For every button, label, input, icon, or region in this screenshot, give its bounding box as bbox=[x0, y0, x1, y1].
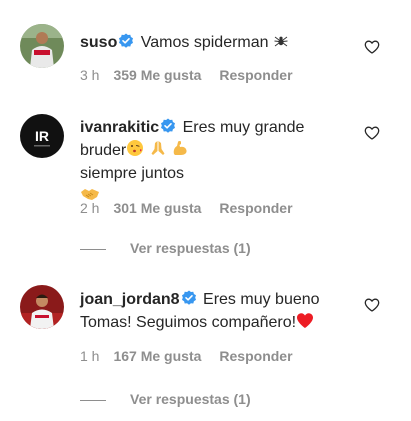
comment-meta: 2 h 301 Me gusta Responder bbox=[80, 200, 293, 216]
reply-button[interactable]: Responder bbox=[219, 67, 292, 83]
username-suso[interactable]: suso bbox=[80, 34, 117, 51]
verified-badge-icon bbox=[119, 33, 134, 48]
comment-meta: 1 h 167 Me gusta Responder bbox=[80, 348, 293, 364]
reply-button[interactable]: Responder bbox=[219, 348, 292, 364]
comment-text: Vamos spiderman bbox=[140, 34, 269, 51]
view-replies-label: Ver respuestas (1) bbox=[130, 240, 251, 256]
view-replies-button[interactable]: Ver respuestas (1) bbox=[80, 391, 251, 407]
reply-button[interactable]: Responder bbox=[219, 200, 292, 216]
comment-text-continued: siempre juntos bbox=[80, 165, 185, 182]
heart-icon[interactable] bbox=[364, 297, 380, 313]
avatar-ivanrakitic[interactable]: IR bbox=[20, 114, 64, 158]
comment-text-block: suso Vamos spiderman bbox=[80, 31, 350, 54]
likes-count[interactable]: 167 Me gusta bbox=[113, 348, 201, 364]
replies-divider-line bbox=[80, 248, 106, 250]
verified-badge-icon bbox=[181, 290, 196, 305]
comment-time: 3 h bbox=[80, 67, 100, 83]
view-replies-button[interactable]: Ver respuestas (1) bbox=[80, 240, 251, 256]
username-joan-jordan8[interactable]: joan_jordan8 bbox=[80, 291, 180, 308]
spider-icon bbox=[274, 36, 288, 47]
heart-icon[interactable] bbox=[364, 39, 380, 55]
comment-text-block: ivanrakitic Eres muy grande bruder siemp… bbox=[80, 116, 350, 208]
kiss-face-icon bbox=[127, 140, 144, 156]
flexed-biceps-icon bbox=[173, 140, 187, 155]
red-heart-icon bbox=[297, 313, 314, 328]
replies-divider-line bbox=[80, 399, 106, 401]
comment-time: 2 h bbox=[80, 200, 100, 216]
praying-hands-icon bbox=[151, 141, 165, 155]
comment-meta: 3 h 359 Me gusta Responder bbox=[80, 67, 293, 83]
view-replies-label: Ver respuestas (1) bbox=[130, 391, 251, 407]
avatar-joan-jordan8[interactable] bbox=[20, 285, 64, 329]
comment-time: 1 h bbox=[80, 348, 100, 364]
heart-icon[interactable] bbox=[364, 125, 380, 141]
likes-count[interactable]: 359 Me gusta bbox=[113, 67, 201, 83]
username-ivanrakitic[interactable]: ivanrakitic bbox=[80, 119, 159, 136]
verified-badge-icon bbox=[161, 118, 176, 133]
comment-text-block: joan_jordan8 Eres muy bueno Tomas! Segui… bbox=[80, 288, 350, 334]
avatar-suso[interactable] bbox=[20, 24, 64, 68]
avatar-initials: IR bbox=[35, 128, 49, 144]
likes-count[interactable]: 301 Me gusta bbox=[113, 200, 201, 216]
